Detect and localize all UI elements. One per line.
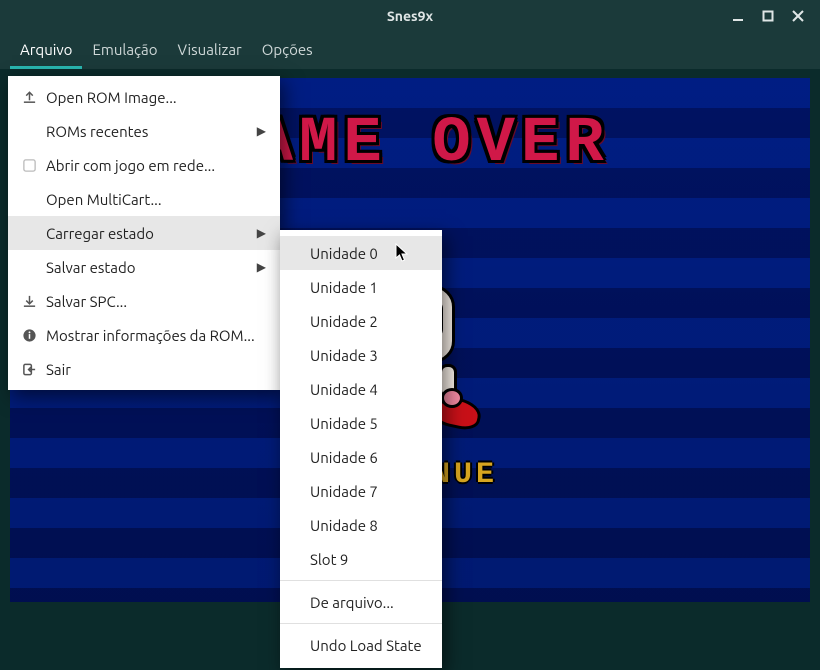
chevron-right-icon: ▶ — [239, 260, 266, 274]
window-controls — [722, 0, 814, 32]
menu-netplay-label: Abrir com jogo em rede... — [40, 157, 266, 174]
menu-emulacao[interactable]: Emulação — [82, 33, 167, 69]
menu-separator — [280, 580, 442, 581]
menu-save-state-label: Salvar estado — [40, 259, 239, 276]
menu-exit-label: Sair — [40, 361, 266, 378]
menu-arquivo[interactable]: Arquivo — [10, 33, 82, 69]
slot-6[interactable]: Unidade 6 — [280, 440, 442, 474]
menu-save-state[interactable]: Salvar estado ▶ — [8, 250, 280, 284]
chevron-right-icon: ▶ — [239, 124, 266, 138]
menu-netplay[interactable]: Abrir com jogo em rede... — [8, 148, 280, 182]
menu-recent-roms[interactable]: ROMs recentes ▶ — [8, 114, 280, 148]
chevron-right-icon: ▶ — [239, 226, 266, 240]
menu-exit[interactable]: Sair — [8, 352, 280, 386]
load-state-submenu: Unidade 0 Unidade 1 Unidade 2 Unidade 3 … — [280, 230, 442, 668]
slot-9[interactable]: Slot 9 — [280, 542, 442, 576]
menu-open-rom-label: Open ROM Image... — [40, 89, 266, 106]
menu-load-state-label: Carregar estado — [40, 225, 239, 242]
menu-recent-roms-label: ROMs recentes — [40, 123, 239, 140]
slot-1[interactable]: Unidade 1 — [280, 270, 442, 304]
slot-2[interactable]: Unidade 2 — [280, 304, 442, 338]
slot-7[interactable]: Unidade 7 — [280, 474, 442, 508]
menu-multicart[interactable]: Open MultiCart... — [8, 182, 280, 216]
load-from-file[interactable]: De arquivo... — [280, 585, 442, 619]
slot-8[interactable]: Unidade 8 — [280, 508, 442, 542]
menu-save-spc-label: Salvar SPC... — [40, 293, 266, 310]
slot-5[interactable]: Unidade 5 — [280, 406, 442, 440]
exit-icon — [18, 362, 40, 377]
download-icon — [18, 294, 40, 309]
menu-rom-info-label: Mostrar informações da ROM... — [40, 327, 266, 344]
slot-4[interactable]: Unidade 4 — [280, 372, 442, 406]
menu-save-spc[interactable]: Salvar SPC... — [8, 284, 280, 318]
menubar: Arquivo Emulação Visualizar Opções — [0, 32, 820, 70]
close-button[interactable] — [790, 8, 806, 24]
menu-multicart-label: Open MultiCart... — [40, 191, 266, 208]
menu-load-state[interactable]: Carregar estado ▶ — [8, 216, 280, 250]
slot-3[interactable]: Unidade 3 — [280, 338, 442, 372]
menu-visualizar[interactable]: Visualizar — [167, 33, 251, 69]
menu-rom-info[interactable]: Mostrar informações da ROM... — [8, 318, 280, 352]
slot-0[interactable]: Unidade 0 — [280, 236, 442, 270]
menu-separator — [280, 623, 442, 624]
upload-icon — [18, 90, 40, 105]
maximize-button[interactable] — [760, 8, 776, 24]
file-menu-dropdown: Open ROM Image... ROMs recentes ▶ Abrir … — [8, 76, 280, 390]
minimize-button[interactable] — [730, 8, 746, 24]
app-window: Snes9x Arquivo Emulação Visualizar Opçõe… — [0, 0, 820, 670]
menu-opcoes[interactable]: Opções — [252, 33, 323, 69]
window-title: Snes9x — [387, 8, 433, 24]
checkbox-empty-icon — [18, 158, 40, 173]
undo-load-state[interactable]: Undo Load State — [280, 628, 442, 662]
menu-open-rom[interactable]: Open ROM Image... — [8, 80, 280, 114]
titlebar: Snes9x — [0, 0, 820, 32]
info-icon — [18, 328, 40, 343]
